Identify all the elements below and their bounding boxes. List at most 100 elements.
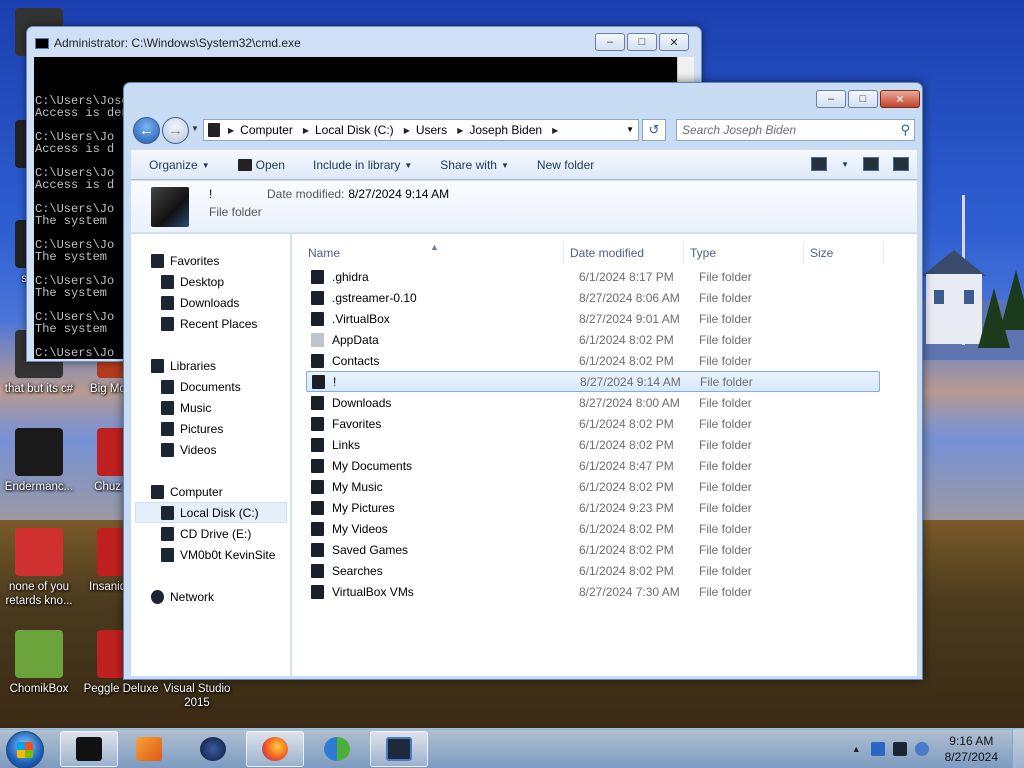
- organize-menu[interactable]: Organize ▼: [139, 158, 220, 172]
- address-bar[interactable]: ▶ Computer ▶ Local Disk (C:) ▶ Users ▶ J…: [203, 119, 639, 141]
- file-row[interactable]: .VirtualBox 8/27/2024 9:01 AM File folder: [306, 308, 880, 329]
- nav-downloads[interactable]: Downloads: [161, 292, 239, 313]
- breadcrumb-local-disk[interactable]: Local Disk (C:): [315, 123, 400, 137]
- maximize-button[interactable]: □: [627, 33, 657, 51]
- volume-icon[interactable]: [914, 742, 929, 756]
- minimize-button[interactable]: –: [595, 33, 625, 51]
- folder-icon: [311, 584, 324, 599]
- refresh-button[interactable]: ↺: [642, 119, 666, 141]
- file-type: File folder: [699, 290, 752, 305]
- file-name: Favorites: [332, 416, 382, 431]
- taskbar-cmd[interactable]: [60, 731, 118, 767]
- file-row[interactable]: ! 8/27/2024 9:14 AM File folder: [306, 371, 880, 392]
- forward-button[interactable]: →: [162, 117, 189, 144]
- file-row[interactable]: VirtualBox VMs 8/27/2024 7:30 AM File fold…: [306, 581, 880, 602]
- file-row[interactable]: My Videos 6/1/2024 8:02 PM File folder: [306, 518, 880, 539]
- file-date: 6/1/2024 8:02 PM: [579, 353, 674, 368]
- file-row[interactable]: .gstreamer-0.10 8/27/2024 8:06 AM File fol…: [306, 287, 880, 308]
- taskbar-firefox[interactable]: [246, 731, 304, 767]
- nav-local-disk[interactable]: Local Disk (C:): [135, 502, 287, 523]
- start-button[interactable]: [6, 731, 44, 768]
- address-dropdown-icon[interactable]: ▼: [626, 125, 634, 134]
- nav-videos[interactable]: Videos: [161, 439, 216, 460]
- back-button[interactable]: ←: [133, 117, 160, 144]
- taskbar-explorer[interactable]: [370, 731, 428, 767]
- nav-recent-places[interactable]: Recent Places: [161, 313, 257, 334]
- change-view-icon[interactable]: [811, 157, 828, 171]
- breadcrumb-arrow-icon[interactable]: ▶: [453, 126, 469, 135]
- nav-network[interactable]: Network: [151, 586, 214, 607]
- search-icon[interactable]: ⚲: [900, 122, 910, 138]
- taskbar-idm[interactable]: [308, 731, 366, 767]
- breadcrumb-joseph-biden[interactable]: Joseph Biden: [469, 123, 548, 137]
- file-row[interactable]: Contacts 6/1/2024 8:02 PM File folder: [306, 350, 880, 371]
- file-date: 6/1/2024 8:02 PM: [579, 416, 674, 431]
- file-name: .VirtualBox: [332, 311, 390, 326]
- file-row[interactable]: AppData 6/1/2024 8:02 PM File folder: [306, 329, 880, 350]
- nav-pictures[interactable]: Pictures: [161, 418, 223, 439]
- videos-icon: [161, 442, 174, 457]
- search-placeholder: Search Joseph Biden: [682, 123, 797, 137]
- help-icon[interactable]: [893, 157, 909, 171]
- nav-favorites[interactable]: Favorites: [151, 250, 219, 271]
- taskbar-globe[interactable]: [184, 731, 242, 767]
- sort-arrow-icon: ▲: [430, 242, 439, 252]
- breadcrumb-arrow-icon[interactable]: ▶: [548, 126, 564, 135]
- share-with-menu[interactable]: Share with ▼: [430, 158, 519, 172]
- open-button[interactable]: Open: [228, 158, 295, 172]
- tray-app-icon[interactable]: [870, 742, 885, 756]
- file-row[interactable]: My Documents 6/1/2024 8:47 PM File folder: [306, 455, 880, 476]
- file-row[interactable]: Saved Games 6/1/2024 8:02 PM File folder: [306, 539, 880, 560]
- nav-documents[interactable]: Documents: [161, 376, 241, 397]
- nav-libraries[interactable]: Libraries: [151, 355, 216, 376]
- file-name: My Videos: [332, 521, 388, 536]
- show-desktop-button[interactable]: [1012, 729, 1024, 768]
- history-dropdown-icon[interactable]: ▼: [191, 124, 199, 133]
- file-date: 6/1/2024 8:02 PM: [579, 332, 674, 347]
- clock[interactable]: 9:16 AM 8/27/2024: [945, 733, 998, 765]
- nav-cd-drive[interactable]: CD Drive (E:): [161, 523, 251, 544]
- breadcrumb-arrow-icon[interactable]: ▶: [400, 126, 416, 135]
- file-name: My Documents: [332, 458, 413, 473]
- desktop-icon-item[interactable]: none of you retards kno...: [0, 528, 78, 608]
- preview-pane-icon[interactable]: [863, 157, 879, 171]
- folder-icon: [311, 563, 324, 578]
- file-row[interactable]: Searches 6/1/2024 8:02 PM File folder: [306, 560, 880, 581]
- column-header-type[interactable]: Type: [684, 242, 804, 264]
- file-name: Searches: [332, 563, 383, 578]
- selected-item-type: File folder: [209, 205, 262, 219]
- desktop-icon-item[interactable]: ChomikBox: [0, 630, 78, 696]
- view-dropdown-icon[interactable]: ▼: [841, 160, 849, 169]
- close-button[interactable]: ✕: [659, 33, 689, 51]
- file-row[interactable]: My Music 6/1/2024 8:02 PM File folder: [306, 476, 880, 497]
- column-header-size[interactable]: Size: [804, 242, 884, 264]
- breadcrumb-arrow-icon[interactable]: ▶: [224, 126, 240, 135]
- file-date: 8/27/2024 9:14 AM: [580, 374, 681, 389]
- search-input[interactable]: Search Joseph Biden ⚲: [676, 119, 915, 141]
- new-folder-button[interactable]: New folder: [527, 158, 604, 172]
- breadcrumb-arrow-icon[interactable]: ▶: [299, 126, 315, 135]
- file-type: File folder: [699, 479, 752, 494]
- column-header-date[interactable]: Date modified: [564, 242, 684, 264]
- file-row[interactable]: My Pictures 6/1/2024 9:23 PM File folder: [306, 497, 880, 518]
- nav-vm-share[interactable]: VM0b0t KevinSite: [161, 544, 275, 565]
- taskbar-media-player[interactable]: [120, 731, 178, 767]
- file-date: 8/27/2024 8:00 AM: [579, 395, 680, 410]
- cmd-title-bar[interactable]: Administrator: C:\Windows\System32\cmd.e…: [35, 36, 301, 50]
- file-row[interactable]: Favorites 6/1/2024 8:02 PM File folder: [306, 413, 880, 434]
- include-in-library-menu[interactable]: Include in library ▼: [303, 158, 422, 172]
- file-row[interactable]: Downloads 8/27/2024 8:00 AM File folder: [306, 392, 880, 413]
- nav-desktop[interactable]: Desktop: [161, 271, 224, 292]
- breadcrumb-users[interactable]: Users: [416, 123, 453, 137]
- show-hidden-icons-icon[interactable]: ▲: [852, 744, 861, 754]
- desktop-icon-item[interactable]: Endermanc...: [0, 428, 78, 494]
- file-row[interactable]: .ghidra 6/1/2024 8:17 PM File folder: [306, 266, 880, 287]
- explorer-window[interactable]: – □ ✕ ← → ▼ ▶ Computer ▶ Local Disk (C:)…: [123, 82, 923, 680]
- breadcrumb-computer[interactable]: Computer: [240, 123, 299, 137]
- column-header-name[interactable]: Name ▲: [292, 242, 564, 264]
- desktop-icon-label: ChomikBox: [9, 683, 69, 695]
- nav-music[interactable]: Music: [161, 397, 211, 418]
- nav-computer[interactable]: Computer: [151, 481, 223, 502]
- file-row[interactable]: Links 6/1/2024 8:02 PM File folder: [306, 434, 880, 455]
- network-tray-icon[interactable]: [892, 742, 907, 756]
